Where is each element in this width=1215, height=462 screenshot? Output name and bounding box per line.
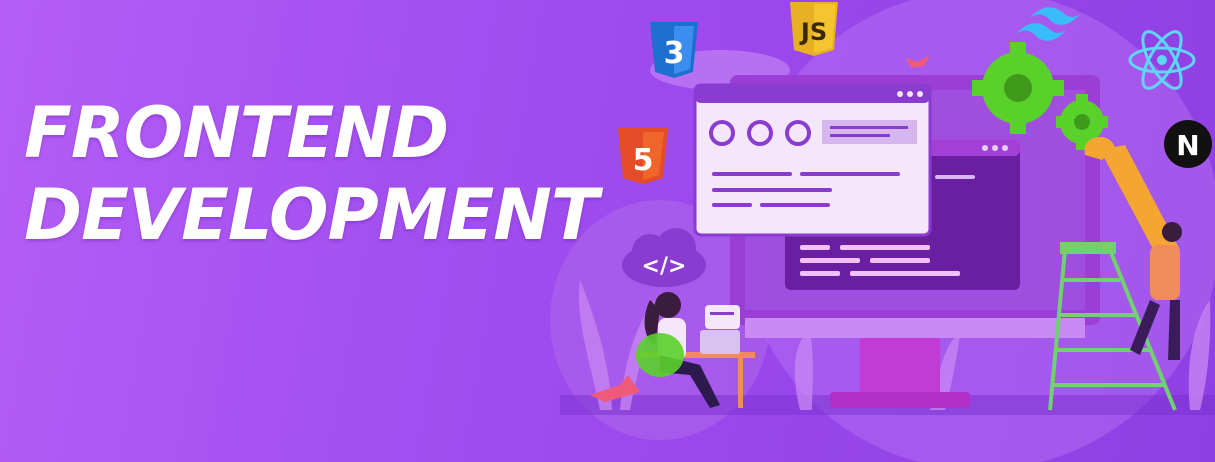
- code-cloud-label: </>: [642, 254, 687, 279]
- js-icon: JS: [790, 2, 838, 56]
- nextjs-label: N: [1176, 129, 1199, 162]
- css3-icon: 3: [650, 22, 698, 78]
- html5-icon: 5: [618, 128, 668, 184]
- nextjs-icon: N: [1164, 120, 1212, 168]
- illustration: </> 3 JS 5 N: [550, 0, 1215, 462]
- js-label: JS: [799, 18, 827, 46]
- css3-label: 3: [664, 36, 685, 71]
- front-window: [693, 83, 932, 237]
- html5-label: 5: [633, 143, 654, 178]
